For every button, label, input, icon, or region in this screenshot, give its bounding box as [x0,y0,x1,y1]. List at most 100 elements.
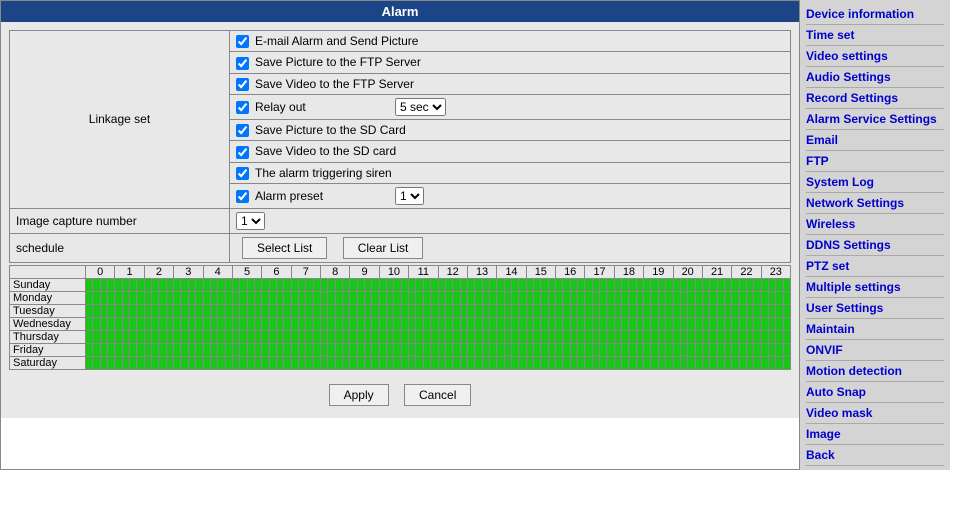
schedule-cell[interactable] [666,356,673,369]
schedule-cell[interactable] [321,343,328,356]
schedule-cell[interactable] [526,343,533,356]
schedule-cell[interactable] [548,304,555,317]
schedule-cell[interactable] [357,291,364,304]
schedule-cell[interactable] [541,343,548,356]
schedule-cell[interactable] [629,278,636,291]
schedule-cell[interactable] [423,317,430,330]
schedule-cell[interactable] [350,356,357,369]
schedule-cell[interactable] [137,356,144,369]
schedule-cell[interactable] [739,291,746,304]
schedule-cell[interactable] [262,317,269,330]
schedule-cell[interactable] [196,304,203,317]
schedule-cell[interactable] [460,291,467,304]
sidebar-link[interactable]: PTZ set [806,256,944,277]
sidebar-link[interactable]: Maintain [806,319,944,340]
schedule-cell[interactable] [394,317,401,330]
schedule-cell[interactable] [291,304,298,317]
schedule-cell[interactable] [122,330,129,343]
schedule-cell[interactable] [739,278,746,291]
schedule-cell[interactable] [328,304,335,317]
schedule-cell[interactable] [541,330,548,343]
schedule-cell[interactable] [247,330,254,343]
schedule-cell[interactable] [541,291,548,304]
schedule-cell[interactable] [511,356,518,369]
schedule-cell[interactable] [739,343,746,356]
schedule-cell[interactable] [548,291,555,304]
schedule-cell[interactable] [343,330,350,343]
schedule-cell[interactable] [489,343,496,356]
schedule-cell[interactable] [548,278,555,291]
schedule-cell[interactable] [401,330,408,343]
schedule-cell[interactable] [541,278,548,291]
schedule-cell[interactable] [453,291,460,304]
schedule-cell[interactable] [556,343,563,356]
schedule-cell[interactable] [291,291,298,304]
schedule-cell[interactable] [556,356,563,369]
schedule-cell[interactable] [298,317,305,330]
sidebar-link[interactable]: Email [806,130,944,151]
schedule-cell[interactable] [313,304,320,317]
schedule-cell[interactable] [203,343,210,356]
schedule-cell[interactable] [717,304,724,317]
schedule-cell[interactable] [218,278,225,291]
schedule-cell[interactable] [438,330,445,343]
schedule-cell[interactable] [702,330,709,343]
schedule-cell[interactable] [497,304,504,317]
schedule-cell[interactable] [232,343,239,356]
schedule-cell[interactable] [658,291,665,304]
schedule-cell[interactable] [298,278,305,291]
schedule-cell[interactable] [387,291,394,304]
schedule-cell[interactable] [152,291,159,304]
schedule-cell[interactable] [776,304,783,317]
schedule-cell[interactable] [467,343,474,356]
schedule-cell[interactable] [276,356,283,369]
schedule-cell[interactable] [115,330,122,343]
sidebar-link[interactable]: Motion detection [806,361,944,382]
schedule-cell[interactable] [276,343,283,356]
schedule-cell[interactable] [526,330,533,343]
sidebar-link[interactable]: Back [806,445,944,466]
schedule-cell[interactable] [93,343,100,356]
schedule-cell[interactable] [210,291,217,304]
schedule-cell[interactable] [247,343,254,356]
schedule-cell[interactable] [739,356,746,369]
schedule-cell[interactable] [284,343,291,356]
schedule-cell[interactable] [335,278,342,291]
schedule-cell[interactable] [159,343,166,356]
schedule-cell[interactable] [240,278,247,291]
schedule-cell[interactable] [761,356,768,369]
schedule-cell[interactable] [585,343,592,356]
schedule-cell[interactable] [548,317,555,330]
schedule-cell[interactable] [600,343,607,356]
schedule-cell[interactable] [247,304,254,317]
schedule-cell[interactable] [695,317,702,330]
schedule-cell[interactable] [666,317,673,330]
schedule-cell[interactable] [144,356,151,369]
schedule-cell[interactable] [357,356,364,369]
schedule-cell[interactable] [232,330,239,343]
schedule-cell[interactable] [284,356,291,369]
schedule-cell[interactable] [467,356,474,369]
schedule-cell[interactable] [313,330,320,343]
sidebar-link[interactable]: ONVIF [806,340,944,361]
schedule-cell[interactable] [768,317,775,330]
schedule-cell[interactable] [122,356,129,369]
schedule-cell[interactable] [746,330,753,343]
schedule-cell[interactable] [526,291,533,304]
schedule-cell[interactable] [188,343,195,356]
schedule-cell[interactable] [218,356,225,369]
schedule-cell[interactable] [328,317,335,330]
sidebar-link[interactable]: Alarm Service Settings [806,109,944,130]
schedule-cell[interactable] [350,304,357,317]
schedule-cell[interactable] [291,317,298,330]
schedule-cell[interactable] [387,356,394,369]
schedule-cell[interactable] [695,278,702,291]
schedule-cell[interactable] [379,317,386,330]
schedule-cell[interactable] [409,356,416,369]
schedule-cell[interactable] [563,330,570,343]
schedule-cell[interactable] [680,291,687,304]
schedule-cell[interactable] [431,317,438,330]
schedule-cell[interactable] [181,317,188,330]
schedule-cell[interactable] [431,330,438,343]
schedule-cell[interactable] [108,291,115,304]
